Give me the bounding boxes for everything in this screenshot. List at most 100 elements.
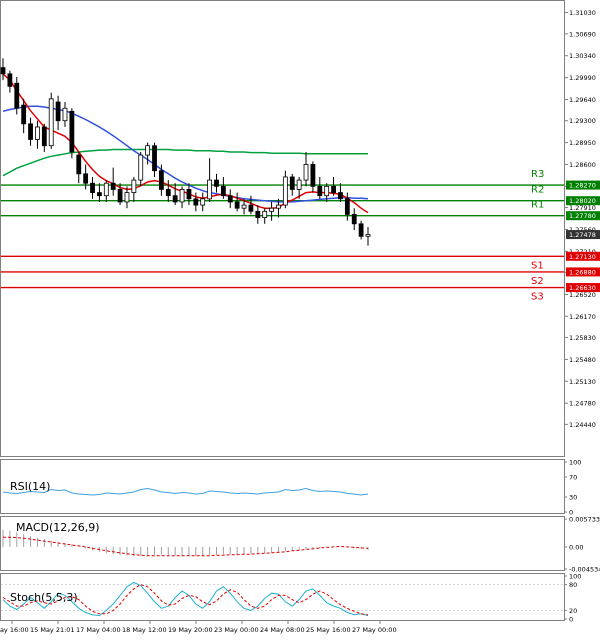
candle-body [248, 204, 254, 212]
price-tick-label: 1.30690 [569, 30, 596, 38]
candle-body [227, 195, 233, 203]
candle-body [324, 185, 330, 197]
pivot-price-label-s3: 1.26630 [569, 284, 596, 292]
macd-tick-label: 0.005733 [569, 516, 600, 524]
candle-body [124, 192, 130, 203]
price-panel-frame [0, 0, 565, 457]
candle-body [76, 154, 82, 175]
price-tick-label: 1.31030 [569, 9, 596, 17]
stoch-panel-frame [0, 573, 565, 621]
candle-body [55, 101, 61, 122]
candle-body [145, 145, 151, 156]
candle-body [282, 176, 288, 206]
candle-body [193, 198, 199, 206]
x-tick-label: 17 May 04:00 [76, 626, 121, 634]
x-tick-label: 23 May 00:00 [214, 626, 259, 634]
candle-body [214, 179, 219, 187]
x-tick-label: 27 May 00:00 [352, 626, 397, 634]
price-tick-label: 1.24440 [569, 421, 596, 429]
x-tick-label: 25 May 16:00 [306, 626, 351, 634]
candle-body [41, 126, 47, 147]
candle-body [172, 195, 178, 203]
candle-body [289, 176, 295, 190]
stoch-title: Stoch(5,5,3) [10, 591, 78, 604]
candle-body [296, 179, 302, 190]
price-tick-label: 1.26170 [569, 313, 596, 321]
pivot-price-label-r1: 1.27780 [569, 212, 596, 220]
candle-body [14, 82, 20, 109]
candle-body [165, 189, 171, 197]
candle-body [90, 182, 95, 193]
candle-body [220, 185, 226, 197]
candle-body [48, 98, 54, 147]
candle-body [131, 179, 137, 193]
candle-body [110, 182, 116, 190]
candle-body [358, 223, 364, 237]
candle-body [344, 198, 350, 215]
candle-body [234, 201, 240, 209]
candle-body [262, 210, 268, 218]
price-tick-label: 1.28950 [569, 139, 596, 147]
price-tick-label: 1.24780 [569, 400, 596, 408]
x-tick-label: 15 May 21:01 [30, 626, 75, 634]
candle-body [186, 189, 192, 200]
rsi-title: RSI(14) [10, 480, 50, 493]
candle-body [21, 104, 27, 125]
pivot-price-label-r2: 1.28020 [569, 197, 596, 205]
current-price-marker: 1.27478 [566, 230, 600, 240]
candle-body [269, 207, 274, 212]
price-tick-label: 1.30340 [569, 52, 596, 60]
candle-body [69, 110, 75, 153]
pivot-price-label-r3: 1.28270 [569, 182, 596, 190]
pivot-name-s3: S3 [531, 292, 544, 303]
candle-body [28, 123, 33, 140]
candle-body [35, 126, 40, 140]
candle-body [62, 107, 68, 122]
candle-body [303, 164, 309, 181]
candle-body [179, 189, 185, 203]
rsi-tick-label: 100 [569, 459, 581, 467]
candle-body [351, 214, 357, 225]
candle-body [310, 164, 316, 187]
price-tick-label: 1.29640 [569, 96, 596, 104]
stoch-tick-label: 0 [569, 616, 573, 624]
x-tick-label: 24 May 08:00 [260, 626, 305, 634]
pivot-name-r1: R1 [531, 200, 544, 211]
candle-body [0, 67, 6, 75]
candle-body [276, 204, 281, 209]
pivot-price-label-s2: 1.26880 [569, 268, 596, 276]
price-tick-label: 1.29300 [569, 117, 596, 125]
pivot-price-label-s1: 1.27130 [569, 253, 596, 261]
stoch-tick-label: 80 [569, 581, 577, 589]
candle-body [317, 185, 323, 197]
price-tick-label: 1.29990 [569, 74, 596, 82]
price-tick-label: 1.25830 [569, 334, 596, 342]
price-tick-label: 1.25130 [569, 378, 596, 386]
candle-body [255, 210, 261, 218]
candle-body [338, 192, 343, 200]
candle-body [117, 189, 123, 203]
stoch-tick-label: 20 [569, 607, 577, 615]
candle-body [97, 192, 102, 197]
candle-body [152, 145, 157, 172]
rsi-tick-label: 30 [569, 494, 577, 502]
candle-body [83, 173, 89, 184]
candle-body [200, 198, 206, 206]
x-tick-label: 19 May 20:00 [168, 626, 213, 634]
chart-svg: 1.31030 1.30690 1.30340 1.29990 1.29640 1.293… [0, 0, 600, 634]
rsi-panel-frame [0, 459, 565, 514]
price-tick-label: 1.25480 [569, 356, 596, 364]
candle-body [207, 179, 213, 200]
current-price-label: 1.27478 [569, 231, 596, 239]
candle-body [7, 73, 13, 87]
candle-body [103, 182, 109, 197]
candle-body [365, 234, 371, 237]
pivot-name-s1: S1 [531, 260, 544, 271]
price-tick-label: 1.28600 [569, 161, 596, 169]
x-tick-label: 18 May 12:00 [122, 626, 167, 634]
price-tick-label: 1.27910 [569, 204, 596, 212]
candle-body [138, 154, 144, 181]
x-tick-label: 14 May 16:00 [0, 626, 29, 634]
rsi-tick-label: 70 [569, 474, 577, 482]
x-axis: 14 May 16:0015 May 21:0117 May 04:0018 M… [0, 620, 397, 634]
